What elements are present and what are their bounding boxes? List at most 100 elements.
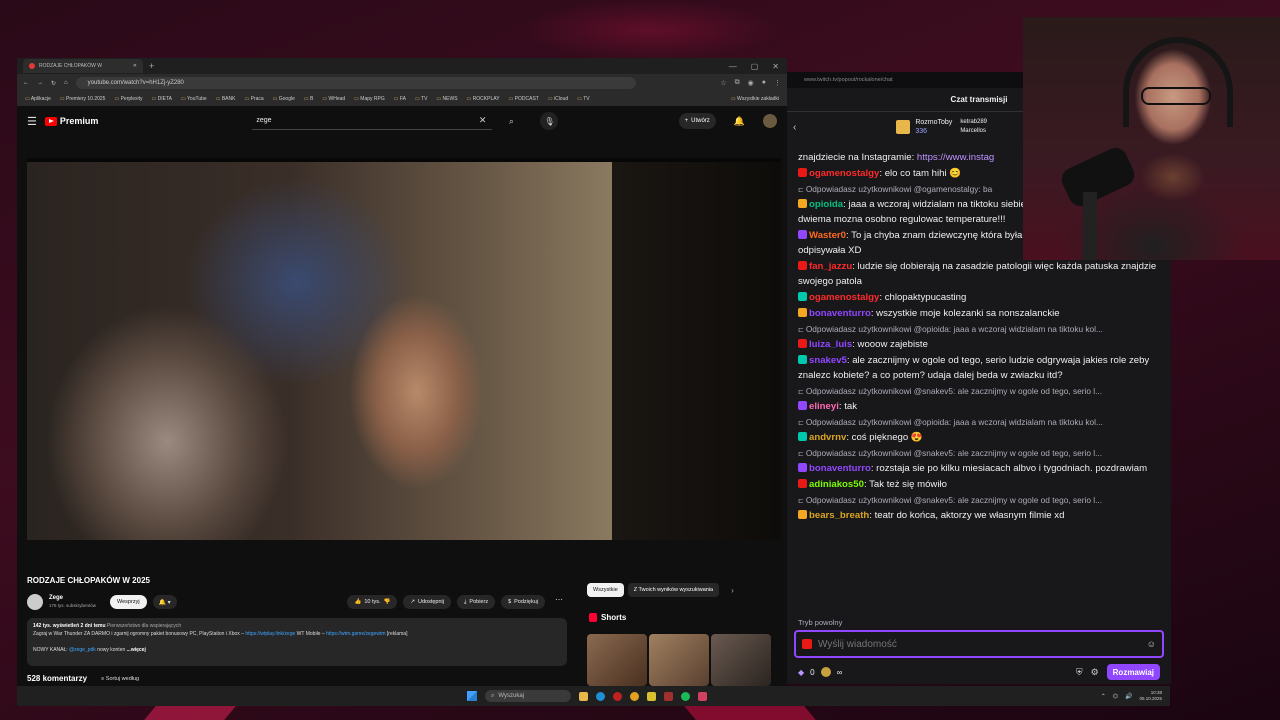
user-badge-icon[interactable] — [798, 308, 807, 317]
bookmark-item[interactable]: Google — [273, 96, 295, 102]
spotify-icon[interactable] — [681, 691, 690, 701]
bookmark-item[interactable]: Praca — [244, 96, 264, 102]
network-icon[interactable]: ⌬ — [1113, 693, 1118, 700]
chat-username[interactable]: adiniakos50 — [809, 479, 864, 490]
chat-username[interactable]: ogamenostalgy — [809, 168, 879, 179]
notification-button[interactable]: 🔔 ▾ — [152, 595, 177, 609]
message-field[interactable] — [818, 638, 1147, 650]
chat-username[interactable]: andvrnv — [809, 432, 846, 443]
user-badge-icon[interactable] — [798, 510, 807, 519]
chevron-left-icon[interactable]: ‹ — [793, 122, 796, 133]
chat-input[interactable]: ☺ — [794, 630, 1164, 658]
search-input[interactable]: zege ✕ — [252, 112, 493, 130]
chat-username[interactable]: elineyi — [809, 401, 839, 412]
shorts-thumbnail[interactable] — [711, 634, 771, 686]
microphone-icon[interactable]: 🎙 — [540, 112, 559, 130]
bookmark-star-icon[interactable]: ☆ — [720, 79, 726, 87]
channel-points-icon[interactable] — [820, 667, 831, 677]
chat-username[interactable]: luiza_luis — [809, 339, 852, 350]
bookmark-item[interactable]: Perplexity — [114, 96, 143, 102]
chevron-up-icon[interactable]: ⌃ — [1101, 693, 1106, 700]
bits-icon[interactable]: ◆ — [798, 668, 804, 677]
bookmark-item[interactable]: B — [304, 96, 313, 102]
maximize-icon[interactable]: ▢ — [751, 62, 759, 71]
reload-icon[interactable]: ↻ — [51, 80, 56, 87]
top-gifter[interactable]: RozmoToby 336 — [915, 118, 952, 136]
clock[interactable]: 10:38 05.10.2025 — [1139, 690, 1162, 702]
reply-context[interactable]: Odpowiadasz użytkownikowi @snakev5: ale … — [798, 447, 1160, 461]
description-link[interactable]: https://wtplay.link/zege — [245, 631, 295, 637]
chevron-right-icon[interactable]: › — [731, 586, 734, 595]
bookmark-item[interactable]: Premiery 10.2025 — [60, 96, 105, 102]
bell-icon[interactable]: 🔔 — [734, 116, 745, 127]
bookmark-item[interactable]: TV — [577, 96, 589, 102]
user-badge-icon[interactable] — [798, 261, 807, 270]
profile-icon[interactable]: ● — [762, 79, 766, 87]
reply-context[interactable]: Odpowiadasz użytkownikowi @snakev5: ale … — [798, 494, 1160, 508]
taskbar-search[interactable]: ⌕ Wyszukaj — [485, 690, 571, 702]
bookmark-item[interactable]: FA — [394, 96, 406, 102]
user-badge-icon[interactable] — [798, 355, 807, 364]
bookmark-item[interactable]: WHead — [322, 96, 345, 102]
hamburger-menu-icon[interactable]: ☰ — [27, 115, 37, 128]
share-button[interactable]: ↗ Udostępnij — [403, 595, 451, 609]
chip-all[interactable]: Wszystkie — [587, 583, 624, 597]
youtube-logo[interactable]: Premium — [44, 116, 98, 126]
chat-username[interactable]: opioida — [809, 199, 843, 210]
like-button[interactable]: 👍 10 tys. 👎 — [347, 595, 398, 609]
reply-context[interactable]: Odpowiadasz użytkownikowi @snakev5: ale … — [798, 385, 1160, 399]
volume-icon[interactable]: 🔊 — [1125, 693, 1132, 700]
bookmark-item[interactable]: BANK — [216, 96, 236, 102]
shield-icon[interactable]: ⛨ — [1076, 667, 1083, 678]
chat-username[interactable]: bears_breath — [809, 510, 869, 521]
menu-icon[interactable]: ⋮ — [774, 79, 781, 87]
chip-search-results[interactable]: Z Twoich wyników wyszukiwania — [627, 583, 720, 597]
all-bookmarks[interactable]: Wszystkie zakładki — [731, 96, 779, 102]
user-badge-icon[interactable] — [798, 463, 807, 472]
thanks-button[interactable]: $ Podziękuj — [501, 595, 545, 609]
back-icon[interactable]: ← — [23, 80, 29, 86]
gear-icon[interactable]: ⚙ — [1091, 667, 1099, 678]
forward-icon[interactable]: → — [37, 80, 43, 86]
app-icon[interactable] — [647, 691, 656, 701]
shorts-thumbnail[interactable] — [649, 634, 709, 686]
chat-username[interactable]: snakev5 — [809, 355, 847, 366]
edge-icon[interactable] — [596, 691, 605, 701]
search-icon[interactable]: ⌕ — [500, 112, 522, 130]
user-badge-icon[interactable] — [798, 339, 807, 348]
close-window-icon[interactable]: ✕ — [772, 62, 779, 71]
chrome-icon[interactable] — [630, 691, 639, 701]
shorts-thumbnail[interactable] — [587, 634, 647, 686]
extension-icon[interactable]: ◉ — [748, 79, 754, 87]
reply-context[interactable]: Odpowiadasz użytkownikowi @opioida: jaaa… — [798, 323, 1160, 337]
support-button[interactable]: Wesprzyj — [110, 595, 147, 609]
create-button[interactable]: + Utwórz — [678, 113, 716, 129]
description-link[interactable]: https://wtm.game/zegewtm — [326, 631, 385, 637]
download-button[interactable]: ⤓ Pobierz — [456, 595, 496, 609]
extension-icon[interactable]: ⧉ — [735, 79, 740, 87]
channel-avatar[interactable] — [27, 594, 43, 610]
file-explorer-icon[interactable] — [579, 691, 588, 701]
minimize-icon[interactable]: — — [729, 62, 737, 71]
show-more-link[interactable]: ...więcej — [127, 647, 146, 653]
chat-username[interactable]: ogamenostalgy — [809, 292, 879, 303]
channel-link[interactable]: @zege_pdk — [69, 647, 96, 653]
bookmark-item[interactable]: ROCKPLAY — [467, 96, 500, 102]
close-tab-icon[interactable]: ✕ — [133, 63, 137, 69]
more-options-icon[interactable]: ⋯ — [551, 595, 567, 609]
channel-name[interactable]: Zege — [49, 594, 96, 602]
gifter-name[interactable]: ketrab289 — [960, 118, 987, 127]
home-icon[interactable]: ⌂ — [64, 80, 68, 86]
chat-send-button[interactable]: Rozmawiaj — [1106, 664, 1160, 680]
sort-button[interactable]: ≡ Sortuj według — [101, 676, 139, 682]
windows-start-icon[interactable] — [467, 691, 477, 701]
app-icon[interactable] — [698, 691, 707, 701]
user-badge-icon[interactable] — [798, 168, 807, 177]
browser-tab[interactable]: RODZAJE CHŁOPAKÓW W ✕ — [23, 59, 143, 73]
user-badge-icon[interactable] — [798, 199, 807, 208]
bookmark-item[interactable]: DIETA — [152, 96, 172, 102]
emote-picker-icon[interactable]: ☺ — [1147, 639, 1156, 649]
bookmark-item[interactable]: PODCAST — [509, 96, 539, 102]
app-icon[interactable] — [664, 691, 673, 701]
thumb-down-icon[interactable]: 👎 — [384, 599, 391, 605]
